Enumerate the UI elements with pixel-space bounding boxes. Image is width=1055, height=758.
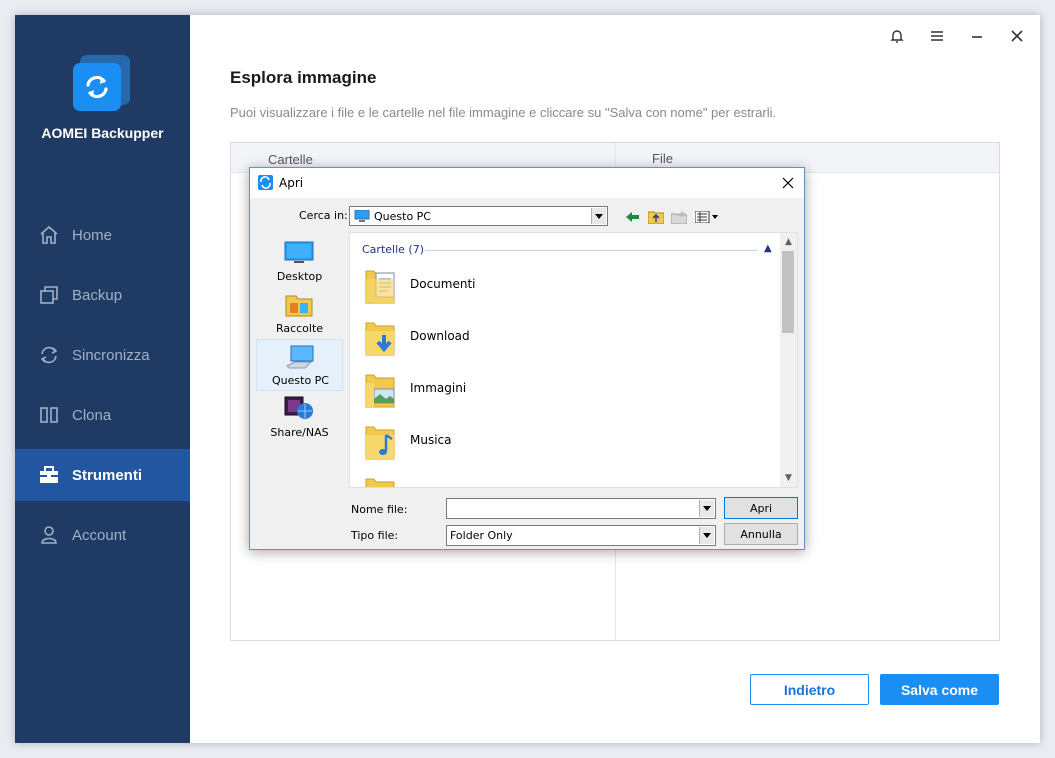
window-controls [886, 25, 1028, 47]
sidebar-item-label: Account [72, 526, 127, 544]
folder-list: Cartelle (7) ▲ Documenti Download Immagi… [349, 232, 798, 488]
app-logo-icon [73, 55, 131, 113]
new-folder-icon[interactable] [670, 208, 688, 226]
page-title: Esplora immagine [230, 68, 377, 87]
folder-item-downloads[interactable]: Download [364, 315, 744, 363]
scroll-down-icon[interactable]: ▼ [780, 470, 797, 486]
look-in-label: Cerca in: [299, 209, 348, 222]
sidebar-item-sync[interactable]: Sincronizza [15, 329, 190, 381]
place-share-nas[interactable]: Share/NAS [256, 392, 343, 444]
folder-icon [364, 473, 400, 487]
page-description: Puoi visualizzare i file e le cartelle n… [230, 105, 777, 120]
back-arrow-icon[interactable] [624, 208, 642, 226]
back-button[interactable]: Indietro [750, 674, 869, 705]
look-in-select[interactable]: Questo PC [349, 206, 608, 226]
sidebar-item-label: Home [72, 226, 113, 244]
home-icon [38, 224, 60, 246]
folders-column-header: Cartelle [268, 152, 313, 167]
scrollbar-thumb[interactable] [782, 251, 794, 333]
downloads-folder-icon [364, 317, 400, 359]
folder-label: Immagini [410, 381, 467, 395]
open-button[interactable]: Apri [724, 497, 798, 519]
sidebar-item-home[interactable]: Home [15, 209, 190, 261]
dialog-app-icon [258, 175, 273, 190]
dialog-close-icon[interactable] [778, 173, 798, 193]
view-menu-icon[interactable] [694, 208, 720, 226]
sidebar-item-label: Backup [72, 286, 123, 304]
place-this-pc[interactable]: Questo PC [256, 339, 343, 391]
cancel-button[interactable]: Annulla [724, 523, 798, 545]
sidebar-item-clone[interactable]: Clona [15, 389, 190, 441]
file-name-input[interactable] [446, 498, 716, 519]
dialog-titlebar: Apri [250, 168, 804, 198]
computer-icon [285, 344, 315, 370]
open-dialog: Apri Cerca in: Questo PC Desktop Raccolt… [249, 167, 805, 550]
computer-small-icon [354, 209, 370, 226]
file-type-value: Folder Only [450, 529, 513, 542]
collapse-caret-icon[interactable]: ▲ [764, 243, 772, 254]
menu-icon[interactable] [926, 25, 948, 47]
documents-folder-icon [364, 265, 400, 307]
bell-icon[interactable] [886, 25, 908, 47]
minimize-icon[interactable] [966, 25, 988, 47]
chevron-down-icon[interactable] [699, 527, 714, 544]
desktop-icon [284, 240, 314, 266]
sidebar-item-label: Clona [72, 406, 112, 424]
libraries-icon [284, 292, 314, 318]
folder-item-music[interactable]: Musica [364, 419, 744, 467]
sidebar-item-backup[interactable]: Backup [15, 269, 190, 321]
place-label: Desktop [276, 270, 323, 283]
tools-icon [38, 464, 60, 486]
file-type-label: Tipo file: [351, 529, 399, 542]
sidebar-item-label: Strumenti [72, 466, 143, 484]
file-type-select[interactable]: Folder Only [446, 525, 716, 546]
place-label: Share/NAS [270, 426, 329, 439]
dialog-title: Apri [279, 176, 304, 190]
pictures-folder-icon [364, 369, 400, 411]
music-folder-icon [364, 421, 400, 463]
chevron-down-icon[interactable] [591, 208, 606, 224]
files-column-header: File [652, 151, 673, 166]
sidebar-item-account[interactable]: Account [15, 509, 190, 561]
close-icon[interactable] [1006, 25, 1028, 47]
look-in-value: Questo PC [374, 210, 431, 223]
place-label: Questo PC [272, 374, 329, 387]
place-desktop[interactable]: Desktop [256, 236, 343, 288]
folder-list-scrollbar[interactable]: ▲ ▼ [780, 233, 797, 487]
network-share-icon [284, 396, 314, 422]
app-name: AOMEI Backupper [41, 125, 164, 141]
sidebar: AOMEI Backupper Home Backup Sincronizza … [15, 15, 190, 743]
folder-label: Musica [410, 433, 452, 447]
up-folder-icon[interactable] [647, 208, 665, 226]
group-header[interactable]: Cartelle (7) [362, 243, 424, 256]
save-as-button[interactable]: Salva come [880, 674, 999, 705]
folder-label: Documenti [410, 277, 476, 291]
sidebar-item-tools[interactable]: Strumenti [15, 449, 190, 501]
folder-label: Download [410, 329, 470, 343]
chevron-down-icon[interactable] [699, 500, 714, 517]
scroll-up-icon[interactable]: ▲ [780, 234, 797, 250]
place-label: Raccolte [275, 322, 324, 335]
folder-item-documents[interactable]: Documenti [364, 263, 744, 311]
file-name-label: Nome file: [351, 503, 408, 516]
backup-icon [38, 284, 60, 306]
group-divider [425, 250, 758, 251]
folder-item-pictures[interactable]: Immagini [364, 367, 744, 415]
clone-icon [38, 404, 60, 426]
account-icon [38, 524, 60, 546]
place-libraries[interactable]: Raccolte [256, 288, 343, 340]
sync-icon [38, 344, 60, 366]
places-bar: Desktop Raccolte Questo PC Share/NAS [256, 232, 343, 490]
folder-item-partial[interactable] [364, 471, 744, 487]
sidebar-item-label: Sincronizza [72, 346, 150, 364]
